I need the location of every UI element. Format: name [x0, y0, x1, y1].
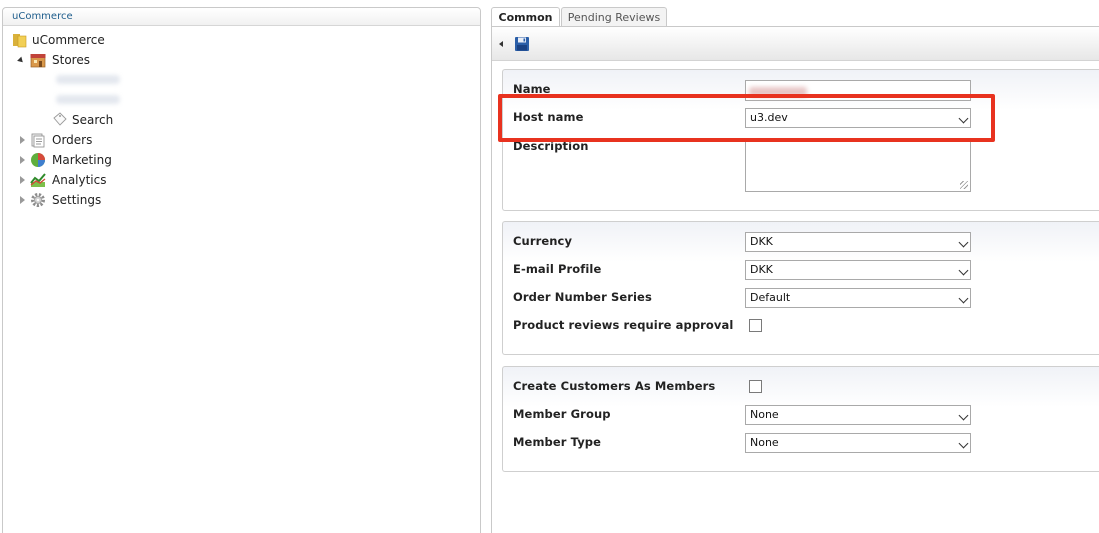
member-type-select[interactable]: None: [745, 433, 971, 453]
chevron-down-icon: [958, 438, 969, 449]
member-type-label: Member Type: [513, 435, 602, 449]
tag-icon: [53, 112, 67, 126]
tree-item-label: Settings: [52, 193, 102, 207]
order-number-series-label: Order Number Series: [513, 290, 652, 304]
tree-item-label: Marketing: [52, 153, 112, 167]
collapsed-arrow-icon[interactable]: [20, 156, 25, 164]
blurred-store-item[interactable]: [56, 75, 120, 84]
tree-item-label: Analytics: [52, 173, 107, 187]
email-profile-select[interactable]: DKK: [745, 260, 971, 280]
tree-item-label: Stores: [52, 53, 90, 67]
analytics-chart-icon: [30, 173, 46, 187]
collapse-arrow-icon[interactable]: [499, 41, 503, 47]
tree-item-label: Search: [72, 113, 114, 127]
tree-item-label: uCommerce: [32, 33, 105, 47]
collapsed-arrow-icon[interactable]: [20, 196, 25, 204]
tree-panel: uCommerce: [2, 7, 481, 533]
member-group-select[interactable]: None: [745, 405, 971, 425]
create-customers-checkbox[interactable]: [749, 380, 762, 393]
store-icon: [30, 54, 46, 68]
save-icon[interactable]: [514, 36, 530, 52]
currency-value: DKK: [750, 235, 773, 248]
description-textarea[interactable]: [745, 138, 971, 192]
email-profile-label: E-mail Profile: [513, 262, 602, 276]
chevron-down-icon: [958, 293, 969, 304]
tab-pending-reviews[interactable]: Pending Reviews: [561, 7, 667, 27]
create-customers-label: Create Customers As Members: [513, 379, 716, 393]
member-group-value: None: [750, 408, 779, 421]
blurred-store-item[interactable]: [56, 95, 120, 104]
collapsed-arrow-icon[interactable]: [20, 176, 25, 184]
member-group-label: Member Group: [513, 407, 611, 421]
chevron-down-icon: [958, 410, 969, 421]
email-profile-value: DKK: [750, 263, 773, 276]
member-type-value: None: [750, 436, 779, 449]
order-number-series-select[interactable]: Default: [745, 288, 971, 308]
product-reviews-label: Product reviews require approval: [513, 318, 734, 332]
chevron-down-icon: [958, 265, 969, 276]
editor-toolbar: [492, 27, 1099, 61]
tab-common[interactable]: Common: [491, 7, 560, 27]
tree-item-label: Orders: [52, 133, 93, 147]
folder-icon: [13, 34, 27, 48]
tree-panel-title: uCommerce: [3, 8, 480, 26]
currency-select[interactable]: DKK: [745, 232, 971, 252]
marketing-pie-icon: [31, 153, 45, 167]
product-reviews-checkbox[interactable]: [749, 319, 762, 332]
collapsed-arrow-icon[interactable]: [20, 136, 25, 144]
gear-icon: [31, 193, 45, 207]
resize-grip-icon[interactable]: [960, 181, 968, 189]
orders-icon: [31, 133, 45, 148]
host-name-highlight-annotation: [498, 94, 995, 142]
currency-label: Currency: [513, 234, 573, 248]
chevron-down-icon: [958, 237, 969, 248]
order-number-series-value: Default: [750, 291, 791, 304]
